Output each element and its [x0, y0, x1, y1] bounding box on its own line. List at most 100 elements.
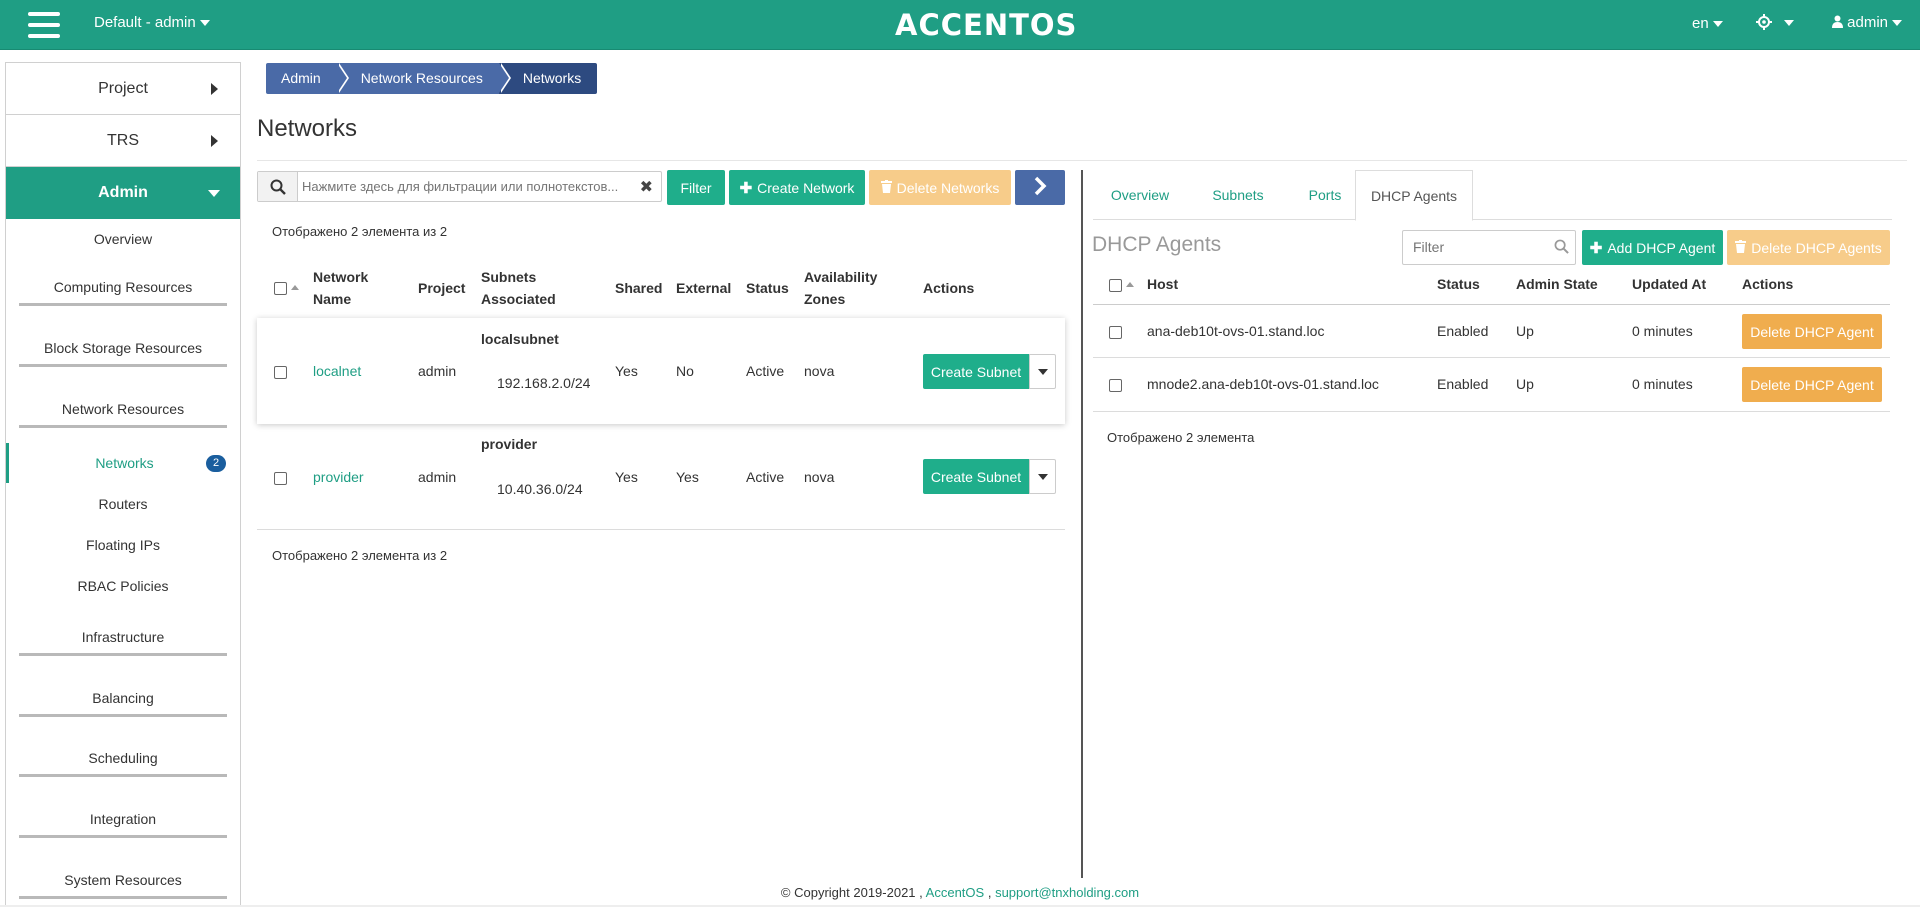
sidebar-item-routers[interactable]: Routers — [6, 496, 240, 512]
sort-icon[interactable] — [291, 285, 299, 290]
header-line: Name — [313, 291, 352, 307]
dhcp-filter-input[interactable] — [1413, 239, 1543, 255]
row-actions-dropdown[interactable] — [1029, 459, 1056, 494]
sidebar-item-rbac-policies[interactable]: RBAC Policies — [6, 578, 240, 594]
items-count-bottom: Отображено 2 элемента из 2 — [272, 548, 448, 563]
sort-icon[interactable] — [1126, 282, 1134, 287]
select-all-checkbox[interactable] — [1109, 279, 1122, 292]
breadcrumb-admin[interactable]: Admin — [266, 63, 349, 94]
footer-email-link[interactable]: support@tnxholding.com — [995, 885, 1139, 900]
user-icon — [1832, 14, 1847, 31]
breadcrumb-separator — [498, 63, 509, 93]
agent-status: Enabled — [1437, 376, 1489, 392]
sidebar-item-label: Project — [98, 79, 148, 97]
row-checkbox[interactable] — [274, 472, 287, 485]
column-header-status[interactable]: Status — [1437, 273, 1480, 295]
column-header-external[interactable]: External — [676, 277, 731, 299]
sidebar-group-balancing[interactable]: Balancing — [19, 690, 227, 717]
column-header-network-name[interactable]: Network Name — [313, 266, 368, 310]
network-external: No — [676, 363, 694, 379]
collapse-panel-button[interactable] — [1015, 170, 1065, 205]
close-icon[interactable]: ✖ — [640, 177, 653, 197]
tab-subnets[interactable]: Subnets — [1195, 170, 1281, 220]
add-dhcp-agent-button[interactable]: ✚ Add DHCP Agent — [1582, 230, 1723, 265]
agent-host: mnode2.ana-deb10t-ovs-01.stand.loc — [1147, 376, 1379, 392]
row-checkbox[interactable] — [1109, 379, 1122, 392]
tab-overview[interactable]: Overview — [1093, 170, 1187, 220]
delete-networks-button[interactable]: Delete Networks — [869, 170, 1011, 205]
create-subnet-button[interactable]: Create Subnet — [923, 354, 1029, 389]
search-icon[interactable] — [1554, 239, 1569, 257]
row-actions-dropdown[interactable] — [1029, 354, 1056, 389]
column-header-host[interactable]: Host — [1147, 273, 1178, 295]
filter-button[interactable]: Filter — [667, 170, 725, 205]
sidebar-item-project[interactable]: Project — [6, 63, 240, 115]
user-menu[interactable]: admin — [1832, 14, 1903, 31]
column-header-actions: Actions — [1742, 276, 1794, 292]
create-network-button[interactable]: ✚ Create Network — [729, 170, 865, 205]
tab-ports[interactable]: Ports — [1289, 170, 1361, 220]
footer-copyright: © Copyright 2019-2021 , — [780, 885, 923, 900]
row-checkbox[interactable] — [1109, 326, 1122, 339]
column-header-subnets[interactable]: Subnets Associated — [481, 266, 556, 310]
search-icon[interactable] — [258, 172, 298, 201]
network-shared: Yes — [615, 469, 638, 485]
chevron-down-icon — [1037, 368, 1048, 375]
column-header-status[interactable]: Status — [746, 277, 789, 299]
sidebar-group-scheduling[interactable]: Scheduling — [19, 750, 227, 777]
column-header-availability-zones[interactable]: Availability Zones — [804, 266, 877, 310]
delete-networks-label: Delete Networks — [896, 179, 1000, 196]
chevron-right-icon — [1033, 176, 1047, 199]
delete-dhcp-agent-button[interactable]: Delete DHCP Agent — [1742, 367, 1882, 402]
sidebar-item-label: TRS — [107, 131, 139, 149]
header-line: Availability — [804, 269, 878, 285]
project-selector-label: Default - admin — [94, 14, 196, 31]
search-input[interactable] — [302, 176, 622, 197]
sidebar-item-trs[interactable]: TRS — [6, 115, 240, 167]
sidebar-item-networks[interactable]: Networks 2 — [6, 443, 240, 483]
row-actions: Create Subnet — [923, 459, 1056, 494]
delete-dhcp-agent-button[interactable]: Delete DHCP Agent — [1742, 314, 1882, 349]
menu-icon[interactable] — [28, 12, 60, 38]
column-header-updated-at[interactable]: Updated At — [1632, 273, 1706, 295]
network-zone: nova — [804, 469, 835, 485]
column-header-admin-state[interactable]: Admin State — [1516, 273, 1598, 295]
settings-menu[interactable] — [1756, 11, 1794, 34]
column-header-project[interactable]: Project — [418, 277, 465, 299]
sidebar-item-floating-ips[interactable]: Floating IPs — [6, 537, 240, 553]
sidebar-group-computing[interactable]: Computing Resources — [19, 279, 227, 306]
network-name-link[interactable]: localnet — [313, 363, 361, 379]
subnet-name: provider — [481, 436, 538, 452]
delete-dhcp-agents-button[interactable]: Delete DHCP Agents — [1727, 230, 1890, 265]
chevron-right-icon — [211, 83, 218, 95]
agent-host: ana-deb10t-ovs-01.stand.loc — [1147, 323, 1325, 339]
create-subnet-button[interactable]: Create Subnet — [923, 459, 1029, 494]
title-divider — [257, 160, 1907, 161]
breadcrumb-networks[interactable]: Networks — [498, 63, 598, 94]
network-name-link[interactable]: provider — [313, 469, 364, 485]
chevron-down-icon — [1892, 20, 1903, 27]
sidebar-group-network[interactable]: Network Resources — [19, 401, 227, 428]
tab-dhcp-agents[interactable]: DHCP Agents — [1355, 170, 1473, 221]
sidebar-item-admin[interactable]: Admin — [6, 167, 240, 219]
column-header-actions: Actions — [923, 280, 975, 296]
select-all-checkbox[interactable] — [274, 282, 287, 295]
sidebar-group-block-storage[interactable]: Block Storage Resources — [19, 340, 227, 367]
network-project: admin — [418, 469, 457, 485]
row-checkbox[interactable] — [274, 366, 287, 379]
gear-icon — [1756, 11, 1778, 33]
network-project: admin — [418, 363, 457, 379]
add-dhcp-agent-label: Add DHCP Agent — [1607, 239, 1716, 256]
sidebar-group-integration[interactable]: Integration — [19, 811, 227, 838]
agent-updated-at: 0 minutes — [1632, 376, 1693, 392]
column-header-shared[interactable]: Shared — [615, 277, 662, 299]
sidebar-group-infrastructure[interactable]: Infrastructure — [19, 629, 227, 656]
project-selector[interactable]: Default - admin — [94, 14, 210, 31]
sidebar-item-overview[interactable]: Overview — [6, 231, 240, 247]
chevron-down-icon — [1783, 19, 1794, 26]
language-selector[interactable]: en — [1692, 15, 1723, 32]
breadcrumb-network-resources[interactable]: Network Resources — [336, 63, 511, 94]
user-name: admin — [1847, 14, 1889, 31]
footer-brand-link[interactable]: AccentOS — [926, 885, 985, 900]
panel-divider[interactable] — [1081, 170, 1083, 878]
